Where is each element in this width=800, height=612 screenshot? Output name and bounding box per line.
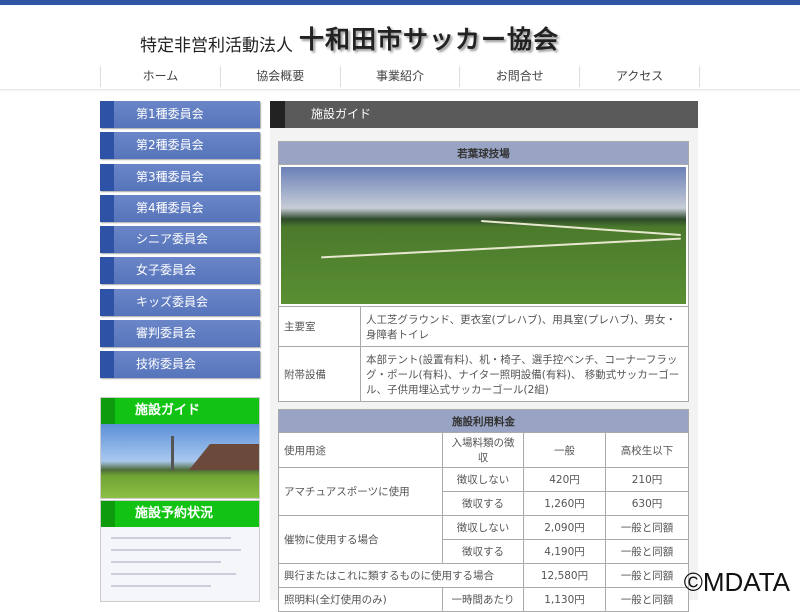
row-label: 主要室 (278, 306, 361, 347)
nav-contact[interactable]: お問合せ (460, 66, 581, 87)
page-heading: 施設ガイド (270, 101, 698, 128)
sidebar-item-1st[interactable]: 第1種委員会 (100, 101, 260, 128)
col-header: 高校生以下 (605, 432, 689, 468)
watermark: ©MDATA (683, 567, 790, 597)
fee-table-title: 施設利用料金 (278, 409, 689, 433)
cell: 12,580円 (523, 563, 606, 588)
cell: 210円 (605, 467, 689, 492)
main-nav: ホーム 協会概要 事業紹介 お問合せ アクセス (100, 66, 700, 87)
col-header: 一般 (523, 432, 606, 468)
nav-business[interactable]: 事業紹介 (341, 66, 461, 87)
sidebar-item-women[interactable]: 女子委員会 (100, 257, 260, 285)
cell: 徴収しない (442, 515, 524, 540)
top-accent-bar (0, 0, 800, 5)
row-value: 人工芝グラウンド、更衣室(プレハブ)、用具室(プレハブ)、男女・身障者トイレ (360, 306, 689, 347)
field-photo (281, 167, 686, 304)
facility-name: 若葉球技場 (278, 141, 689, 165)
reservation-status-label: 施設予約状況 (101, 501, 259, 527)
sidebar-item-technical[interactable]: 技術委員会 (100, 351, 260, 379)
cell: 630円 (605, 491, 689, 516)
cell: 徴収しない (442, 467, 524, 492)
row-value: 本部テント(設置有料)、机・椅子、選手控ベンチ、コーナーフラッグ・ポール(有料)… (360, 346, 689, 402)
cell: 一般と同額 (605, 563, 689, 588)
site-title[interactable]: 特定非営利活動法人 十和田市サッカー協会 (140, 20, 559, 56)
cell: 2,090円 (523, 515, 606, 540)
nav-divider (0, 89, 800, 92)
usage-label: アマチュアスポーツに使用 (278, 467, 443, 516)
cell: 徴収する (442, 539, 524, 564)
schedule-screenshot-image (101, 527, 259, 601)
cell: 1,260円 (523, 491, 606, 516)
cell: 4,190円 (523, 539, 606, 564)
cell: 一般と同額 (605, 539, 689, 564)
facility-guide-banner[interactable]: 施設ガイド (100, 397, 260, 499)
nav-access[interactable]: アクセス (580, 66, 700, 87)
facility-table: 若葉球技場 主要室 人工芝グラウンド、更衣室(プレハブ)、用具室(プレハブ)、男女… (278, 141, 689, 402)
sidebar-item-kids[interactable]: キッズ委員会 (100, 288, 260, 316)
nav-about[interactable]: 協会概要 (221, 66, 341, 87)
cell: 420円 (523, 467, 606, 492)
site-name: 十和田市サッカー協会 (299, 25, 560, 54)
fee-table: 施設利用料金 使用用途 入場料類の徴収 一般 高校生以下 アマチュアスポーツに使用 徴収… (278, 409, 689, 612)
sidebar-item-referee[interactable]: 審判委員会 (100, 320, 260, 348)
col-header: 入場料類の徴収 (442, 432, 524, 468)
row-label: 附帯設備 (278, 346, 361, 402)
cell: 一般と同額 (605, 515, 689, 540)
facility-guide-label: 施設ガイド (101, 398, 259, 424)
nav-home[interactable]: ホーム (101, 66, 221, 87)
sidebar: 第1種委員会 第2種委員会 第3種委員会 第4種委員会 シニア委員会 女子委員会… (100, 101, 260, 383)
sidebar-item-3rd[interactable]: 第3種委員会 (100, 163, 260, 191)
usage-label: 催物に使用する場合 (278, 515, 443, 564)
col-header: 使用用途 (278, 432, 443, 468)
sidebar-item-2nd[interactable]: 第2種委員会 (100, 132, 260, 160)
stadium-image (101, 424, 259, 498)
usage-label: 興行またはこれに類するものに使用する場合 (278, 563, 524, 588)
cell: 徴収する (442, 491, 524, 516)
main-content: 施設ガイド 若葉球技場 主要室 人工芝グラウンド、更衣室(プレハブ)、用具室(プレ… (270, 101, 698, 612)
sidebar-item-4th[interactable]: 第4種委員会 (100, 194, 260, 222)
reservation-status-banner[interactable]: 施設予約状況 (100, 500, 260, 602)
sidebar-item-senior[interactable]: シニア委員会 (100, 226, 260, 254)
site-subtitle: 特定非営利活動法人 (140, 36, 293, 56)
